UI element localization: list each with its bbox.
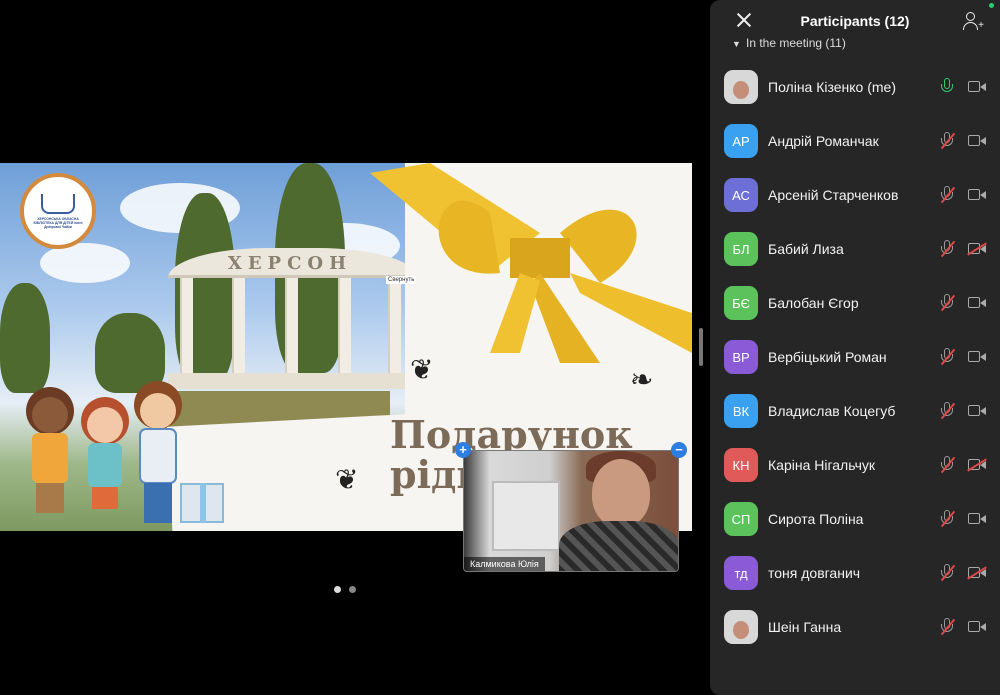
participant-row[interactable]: АР Андрій Романчак — [710, 114, 1000, 168]
microphone-muted-icon[interactable] — [940, 618, 956, 636]
participant-name: Владислав Коцегуб — [768, 403, 896, 419]
arch-text: ХЕРСОН — [227, 253, 353, 274]
slide-label: Свернуть — [386, 276, 417, 284]
minimize-video-button[interactable]: − — [671, 442, 687, 458]
camera-off-icon[interactable] — [967, 458, 987, 472]
microphone-muted-icon[interactable] — [940, 132, 956, 150]
slide-title-line1: Подарунок — [390, 412, 633, 457]
library-logo: ХЕРСОНСЬКА ОБЛАСНА БІБЛІОТЕКА ДЛЯ ДІТЕЙ … — [20, 173, 96, 249]
avatar: СП — [724, 502, 758, 536]
avatar: КН — [724, 448, 758, 482]
close-icon[interactable] — [736, 12, 752, 28]
book-icon — [41, 193, 75, 214]
participant-row[interactable]: ВР Вербіцький Роман — [710, 330, 1000, 384]
participant-name: тоня довганич — [768, 565, 861, 581]
camera-icon[interactable] — [968, 81, 986, 93]
avatar: ВР — [724, 340, 758, 374]
microphone-muted-icon[interactable] — [940, 240, 956, 258]
camera-icon[interactable] — [968, 405, 986, 417]
add-participant-icon[interactable]: + — [962, 10, 984, 32]
participant-name: Бабий Лиза — [768, 241, 844, 257]
split-view-handle[interactable] — [699, 328, 703, 366]
section-in-meeting[interactable]: ▼ In the meeting (11) — [732, 36, 846, 50]
expand-video-button[interactable]: + — [455, 442, 471, 458]
gift-box-image — [180, 483, 224, 523]
microphone-muted-icon[interactable] — [940, 456, 956, 474]
avatar: БЄ — [724, 286, 758, 320]
microphone-muted-icon[interactable] — [940, 564, 956, 582]
camera-icon[interactable] — [968, 621, 986, 633]
microphone-muted-icon[interactable] — [940, 510, 956, 528]
chevron-down-icon: ▼ — [732, 39, 741, 49]
microphone-muted-icon[interactable] — [940, 186, 956, 204]
microphone-muted-icon[interactable] — [940, 294, 956, 312]
microphone-icon[interactable] — [940, 78, 954, 96]
participant-name: Каріна Нігальчук — [768, 457, 875, 473]
camera-icon[interactable] — [968, 297, 986, 309]
panel-title: Participants (12) — [800, 13, 910, 29]
avatar — [724, 610, 758, 644]
avatar: БЛ — [724, 232, 758, 266]
camera-off-icon[interactable] — [967, 242, 987, 256]
participant-name: Поліна Кізенко (me) — [768, 79, 897, 95]
video-participant-name: Калмикова Юлія — [464, 557, 545, 571]
participant-row[interactable]: БЛ Бабий Лиза — [710, 222, 1000, 276]
page-dot-2[interactable] — [349, 586, 356, 593]
participant-name: Балобан Єгор — [768, 295, 859, 311]
camera-off-icon[interactable] — [967, 566, 987, 580]
participant-name: Вербіцький Роман — [768, 349, 887, 365]
page-indicator[interactable] — [334, 586, 356, 593]
avatar: АС — [724, 178, 758, 212]
participant-name: Шеін Ганна — [768, 619, 842, 635]
avatar: тд — [724, 556, 758, 590]
camera-icon[interactable] — [968, 513, 986, 525]
children-illustration — [26, 381, 182, 523]
participant-name: Сирота Поліна — [768, 511, 864, 527]
camera-icon[interactable] — [968, 189, 986, 201]
avatar — [724, 70, 758, 104]
participant-name: Андрій Романчак — [768, 133, 879, 149]
avatar: АР — [724, 124, 758, 158]
gold-bow-image — [370, 163, 692, 363]
microphone-muted-icon[interactable] — [940, 402, 956, 420]
avatar: ВК — [724, 394, 758, 428]
participant-row[interactable]: Поліна Кізенко (me) — [710, 60, 1000, 114]
page-dot-1[interactable] — [334, 586, 341, 593]
floating-video-tile[interactable]: Калмикова Юлія — [463, 450, 679, 572]
participant-row[interactable]: тд тоня довганич — [710, 546, 1000, 600]
participant-row[interactable]: ВК Владислав Коцегуб — [710, 384, 1000, 438]
microphone-muted-icon[interactable] — [940, 348, 956, 366]
participant-row[interactable]: СП Сирота Поліна — [710, 492, 1000, 546]
participants-panel: Participants (12) + ▼ In the meeting (11)… — [710, 0, 1000, 695]
status-indicator — [989, 3, 994, 8]
participant-name: Арсеній Старченков — [768, 187, 899, 203]
participant-row[interactable]: КН Каріна Нігальчук — [710, 438, 1000, 492]
shared-screen-area: ХЕРСОН ❦ ❧ ❦ ХЕРСОНСЬКА ОБЛАСНА БІБЛІОТЕ… — [0, 0, 694, 695]
participant-row[interactable]: БЄ Балобан Єгор — [710, 276, 1000, 330]
camera-icon[interactable] — [968, 351, 986, 363]
camera-icon[interactable] — [968, 135, 986, 147]
participant-row[interactable]: АС Арсеній Старченков — [710, 168, 1000, 222]
participant-row[interactable]: Шеін Ганна — [710, 600, 1000, 654]
